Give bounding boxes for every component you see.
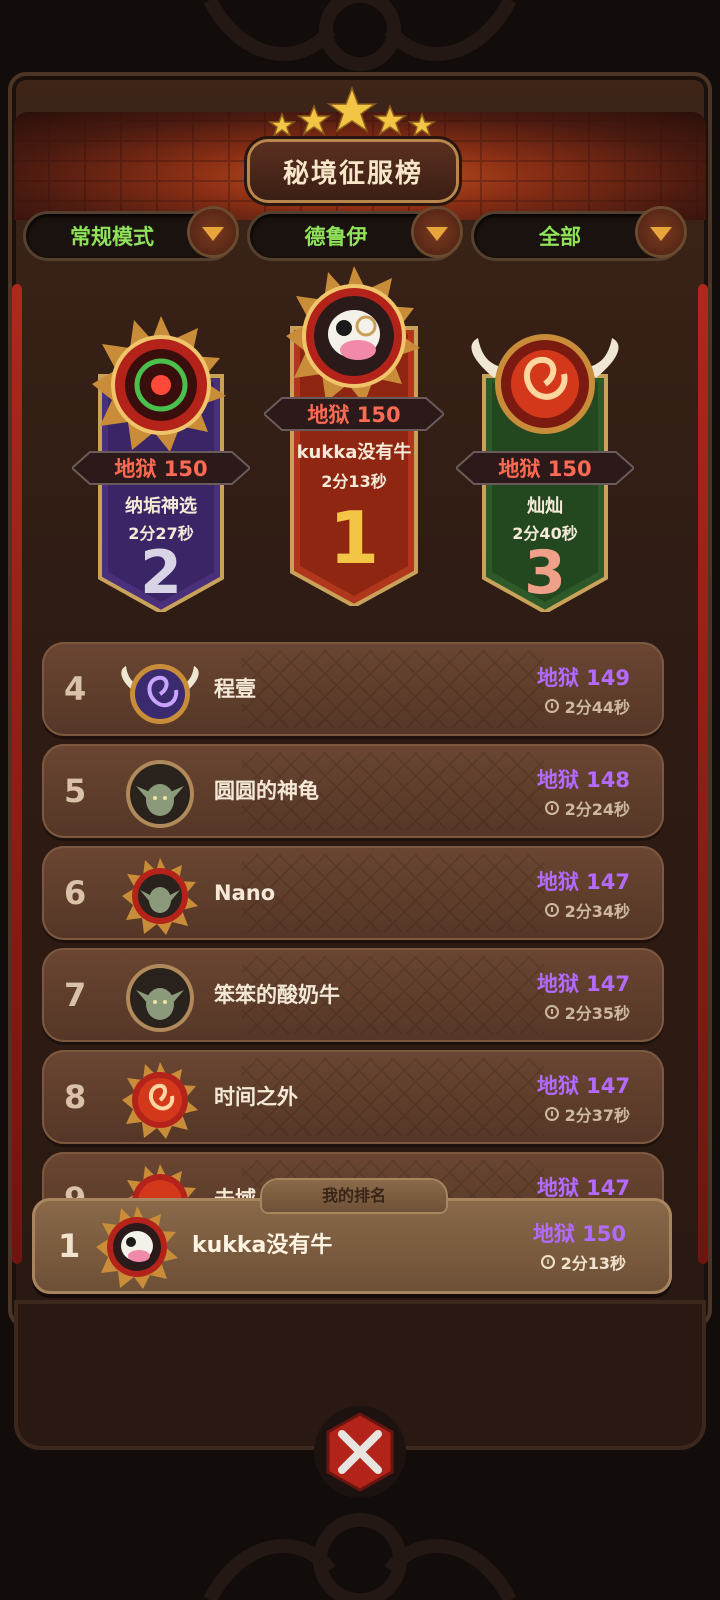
clock-icon xyxy=(544,699,559,713)
podium-third-rank: 3 xyxy=(524,538,566,608)
row-score: 地狱 147 xyxy=(536,870,630,894)
fire-vortex-winged-icon xyxy=(471,334,619,434)
row-time: 2分34秒 xyxy=(544,898,630,922)
goblin-icon xyxy=(126,760,194,828)
leaderboard-row-7[interactable]: 7 笨笨的酸奶牛 地狱 147 2分35秒 xyxy=(42,948,664,1042)
my-time-text: 2分13秒 xyxy=(560,1254,626,1273)
close-button[interactable] xyxy=(312,1404,408,1500)
stars-icon xyxy=(267,85,437,139)
leaderboard-row-4[interactable]: 4 程壹 地狱 149 2分44秒 xyxy=(42,642,664,736)
podium-first-time: 2分13秒 xyxy=(321,472,387,491)
podium-second[interactable]: 地狱 150 纳垢神选 2分27秒 2 xyxy=(72,316,250,612)
row-rank: 5 xyxy=(64,772,87,810)
goblin-spiked-frame-icon xyxy=(122,858,198,935)
podium-second-score: 地狱 150 xyxy=(72,450,250,486)
row-player-name: 笨笨的酸奶牛 xyxy=(214,983,340,1007)
page-title: 秘境征服榜 xyxy=(250,142,456,200)
row-time: 2分37秒 xyxy=(544,1102,630,1126)
row-time: 2分44秒 xyxy=(544,694,630,718)
podium-first-name: kukka没有牛 xyxy=(296,442,412,463)
row-time: 2分24秒 xyxy=(544,796,630,820)
row-player-name: 程壹 xyxy=(214,677,256,701)
chevron-down-icon[interactable] xyxy=(414,209,460,255)
my-player-name: kukka没有牛 xyxy=(192,1233,333,1258)
my-rank-number: 1 xyxy=(58,1227,81,1265)
my-score: 地狱 150 xyxy=(532,1222,626,1246)
goblin-icon xyxy=(126,964,194,1032)
row-rank: 6 xyxy=(64,874,87,912)
podium-second-rank: 2 xyxy=(140,538,182,608)
purple-spiral-winged-icon xyxy=(121,664,199,724)
row-time-text: 2分24秒 xyxy=(564,800,630,819)
right-rail xyxy=(698,284,708,1264)
podium-first[interactable]: 地狱 150 kukka没有牛 2分13秒 1 xyxy=(264,266,444,606)
clock-icon xyxy=(540,1255,555,1269)
row-player-name: 时间之外 xyxy=(214,1085,298,1109)
clock-icon xyxy=(544,1005,559,1019)
filter-scope-dropdown[interactable]: 全部 xyxy=(474,209,684,258)
podium-first-rank: 1 xyxy=(328,496,380,580)
row-time-text: 2分37秒 xyxy=(564,1106,630,1125)
row-time: 2分35秒 xyxy=(544,1000,630,1024)
row-score: 地狱 147 xyxy=(536,972,630,996)
fire-vortex-spiked-icon xyxy=(122,1062,198,1139)
leaderboard-row-6[interactable]: 6 Nano 地狱 147 2分34秒 xyxy=(42,846,664,940)
podium-second-score-text: 地狱 150 xyxy=(114,457,208,481)
row-time-text: 2分34秒 xyxy=(564,902,630,921)
podium-third[interactable]: 地狱 150 灿灿 2分40秒 3 xyxy=(456,316,634,612)
my-time: 2分13秒 xyxy=(540,1250,626,1274)
row-rank: 4 xyxy=(64,670,87,708)
row-rank: 7 xyxy=(64,976,87,1014)
my-rank-tab: 我的排名 xyxy=(262,1180,446,1212)
podium-first-score-text: 地狱 150 xyxy=(307,403,401,427)
row-score: 地狱 148 xyxy=(536,768,630,792)
podium-second-name: 纳垢神选 xyxy=(125,496,197,517)
cow-avatar-icon xyxy=(286,266,420,404)
row-player-name: Nano xyxy=(214,881,276,905)
row-time-text: 2分35秒 xyxy=(564,1004,630,1023)
row-score: 地狱 149 xyxy=(536,666,630,690)
filter-mode-dropdown[interactable]: 常规模式 xyxy=(26,209,236,258)
row-score: 地狱 147 xyxy=(536,1074,630,1098)
cow-avatar-icon xyxy=(96,1206,178,1289)
row-player-name: 圆圆的神龟 xyxy=(214,779,319,803)
filter-class-dropdown[interactable]: 德鲁伊 xyxy=(250,209,460,258)
clock-icon xyxy=(544,903,559,917)
row-rank: 8 xyxy=(64,1078,87,1116)
left-rail xyxy=(12,284,22,1264)
chevron-down-icon[interactable] xyxy=(638,209,684,255)
podium-third-name: 灿灿 xyxy=(527,496,563,517)
my-rank-bar[interactable]: 1 kukka没有牛 地狱 150 2分13秒 xyxy=(32,1198,672,1294)
podium-first-score: 地狱 150 xyxy=(264,396,444,432)
clock-icon xyxy=(544,1107,559,1121)
leaderboard-row-8[interactable]: 8 时间之外 地狱 147 2分37秒 xyxy=(42,1050,664,1144)
leaderboard-row-5[interactable]: 5 圆圆的神龟 地狱 148 2分24秒 xyxy=(42,744,664,838)
podium-third-score-text: 地狱 150 xyxy=(498,457,592,481)
row-time-text: 2分44秒 xyxy=(564,698,630,717)
red-eye-spiked-icon xyxy=(92,316,226,452)
podium-third-score: 地狱 150 xyxy=(456,450,634,486)
clock-icon xyxy=(544,801,559,815)
chevron-down-icon[interactable] xyxy=(190,209,236,255)
